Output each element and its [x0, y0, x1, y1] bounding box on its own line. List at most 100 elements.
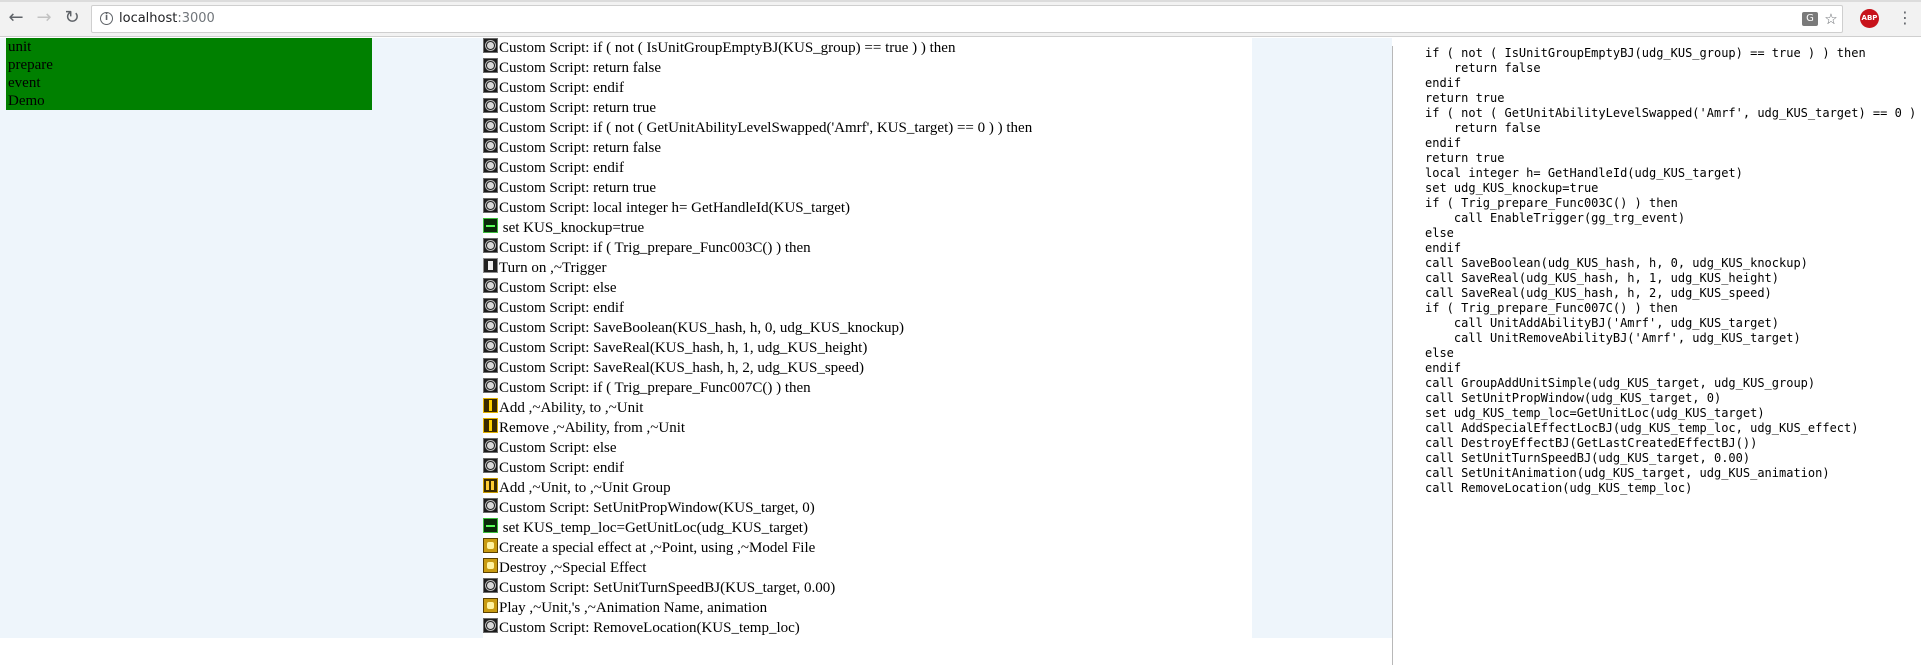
custom-script-icon: [483, 498, 498, 513]
code-line: call RemoveLocation(udg_KUS_temp_loc): [1425, 481, 1693, 495]
gui-action-text: Custom Script: SaveReal(KUS_hash, h, 2, …: [499, 360, 864, 376]
gui-action-line: Custom Script: if ( not ( GetUnitAbility…: [483, 118, 1252, 138]
code-line: if ( Trig_prepare_Func003C() ) then: [1425, 196, 1678, 210]
browser-toolbar: ← → ↻ i localhost:3000 G ☆ ABP ⋮: [0, 0, 1921, 37]
reload-button[interactable]: ↻: [61, 7, 83, 29]
custom-script-icon: [483, 238, 498, 253]
menu-item-event[interactable]: event: [6, 74, 372, 92]
gui-action-line: Custom Script: SaveReal(KUS_hash, h, 1, …: [483, 338, 1252, 358]
forward-button[interactable]: →: [33, 7, 55, 29]
gui-action-text: Add ,~Unit, to ,~Unit Group: [499, 480, 671, 496]
set-variable-icon: [483, 518, 498, 533]
code-line: call AddSpecialEffectLocBJ(udg_KUS_temp_…: [1425, 421, 1859, 435]
gui-action-text: Custom Script: else: [499, 440, 617, 456]
custom-script-icon: [483, 618, 498, 633]
address-bar[interactable]: i localhost:3000 G ☆: [91, 5, 1843, 33]
gui-action-text: Custom Script: else: [499, 280, 617, 296]
gui-action-text: Remove ,~Ability, from ,~Unit: [499, 420, 686, 436]
code-line: return true: [1425, 151, 1505, 165]
custom-script-icon: [483, 458, 498, 473]
gui-action-line: Custom Script: else: [483, 438, 1252, 458]
trigger-menu: unit prepare event Demo: [6, 38, 372, 110]
menu-item-unit[interactable]: unit: [6, 38, 372, 56]
ability-icon: [483, 398, 498, 413]
ability-icon: [483, 418, 498, 433]
gui-action-line: Remove ,~Ability, from ,~Unit: [483, 418, 1252, 438]
custom-script-icon: [483, 58, 498, 73]
info-icon[interactable]: i: [100, 12, 113, 25]
gui-action-line: Custom Script: SaveReal(KUS_hash, h, 2, …: [483, 358, 1252, 378]
custom-script-icon: [483, 38, 498, 53]
back-button[interactable]: ←: [5, 7, 27, 29]
custom-script-icon: [483, 138, 498, 153]
gui-action-line: Custom Script: return false: [483, 58, 1252, 78]
gui-action-text: Custom Script: SetUnitTurnSpeedBJ(KUS_ta…: [499, 580, 836, 596]
menu-icon[interactable]: ⋮: [1897, 7, 1913, 29]
gui-action-line: Custom Script: SetUnitTurnSpeedBJ(KUS_ta…: [483, 578, 1252, 598]
gui-action-text: Custom Script: SetUnitPropWindow(KUS_tar…: [499, 500, 815, 516]
code-line: call DestroyEffectBJ(GetLastCreatedEffec…: [1425, 436, 1758, 450]
code-line: set udg_KUS_temp_loc=GetUnitLoc(udg_KUS_…: [1425, 406, 1765, 420]
gui-action-text: Turn on ,~Trigger: [499, 260, 607, 276]
code-line: call UnitRemoveAbilityBJ('Amrf', udg_KUS…: [1425, 331, 1801, 345]
code-line: call SetUnitTurnSpeedBJ(udg_KUS_target, …: [1425, 451, 1751, 465]
translate-icon[interactable]: G: [1802, 12, 1818, 26]
code-line: call SaveReal(udg_KUS_hash, h, 1, udg_KU…: [1425, 271, 1780, 285]
gui-action-text: Custom Script: endif: [499, 80, 624, 96]
gui-action-line: Custom Script: return false: [483, 138, 1252, 158]
page-background-gap: [1252, 38, 1392, 638]
gui-action-text: Custom Script: if ( not ( GetUnitAbility…: [499, 120, 1033, 136]
gui-action-text: Custom Script: endif: [499, 160, 624, 176]
code-line: call SetUnitPropWindow(udg_KUS_target, 0…: [1425, 391, 1722, 405]
custom-script-icon: [483, 438, 498, 453]
code-line: call SaveBoolean(udg_KUS_hash, h, 0, udg…: [1425, 256, 1808, 270]
menu-item-demo[interactable]: Demo: [6, 92, 372, 110]
gui-action-line: Play ,~Unit,'s ,~Animation Name, animati…: [483, 598, 1252, 618]
gui-action-text: Destroy ,~Special Effect: [499, 560, 647, 576]
gui-action-line: Add ,~Ability, to ,~Unit: [483, 398, 1252, 418]
page-background-left: [0, 38, 483, 638]
code-line: if ( not ( IsUnitGroupEmptyBJ(udg_KUS_gr…: [1425, 46, 1866, 60]
gui-action-line: Add ,~Unit, to ,~Unit Group: [483, 478, 1252, 498]
turn-on-icon: [483, 258, 498, 273]
code-line: endif: [1425, 76, 1462, 90]
gui-action-line: Custom Script: if ( not ( IsUnitGroupEmp…: [483, 38, 1252, 58]
gui-action-text: Custom Script: return true: [499, 180, 657, 196]
bookmark-star-icon[interactable]: ☆: [1822, 10, 1840, 28]
custom-script-icon: [483, 278, 498, 293]
set-variable-icon: [483, 218, 498, 233]
adblock-icon[interactable]: ABP: [1860, 9, 1879, 28]
gui-trigger-panel: Custom Script: if ( not ( IsUnitGroupEmp…: [483, 38, 1252, 638]
code-line: if ( Trig_prepare_Func007C() ) then: [1425, 301, 1678, 315]
code-line: local integer h= GetHandleId(udg_KUS_tar…: [1425, 166, 1743, 180]
url-text[interactable]: localhost:3000: [119, 11, 215, 26]
gui-action-text: Custom Script: if ( not ( IsUnitGroupEmp…: [499, 40, 956, 56]
gui-action-text: Custom Script: endif: [499, 460, 624, 476]
custom-script-icon: [483, 338, 498, 353]
code-line: call SetUnitAnimation(udg_KUS_target, ud…: [1425, 466, 1830, 480]
code-line: else: [1425, 346, 1454, 360]
gui-action-line: Custom Script: if ( Trig_prepare_Func007…: [483, 378, 1252, 398]
gui-action-line: Custom Script: return true: [483, 178, 1252, 198]
gui-action-line: Custom Script: endif: [483, 78, 1252, 98]
gui-action-text: set KUS_knockup=true: [499, 220, 645, 236]
gui-action-text: Custom Script: return true: [499, 100, 657, 116]
code-line: call UnitAddAbilityBJ('Amrf', udg_KUS_ta…: [1425, 316, 1780, 330]
custom-script-icon: [483, 178, 498, 193]
custom-script-icon: [483, 198, 498, 213]
unit-group-icon: [483, 478, 498, 493]
url-host: localhost: [119, 11, 178, 26]
gui-action-line: Custom Script: endif: [483, 158, 1252, 178]
arrow-right-icon: →: [36, 7, 52, 28]
code-line: return false: [1425, 121, 1541, 135]
gui-action-text: Custom Script: SaveReal(KUS_hash, h, 1, …: [499, 340, 868, 356]
gui-action-line: Custom Script: RemoveLocation(KUS_temp_l…: [483, 618, 1252, 638]
gui-action-line: Custom Script: endif: [483, 298, 1252, 318]
gui-action-line: set KUS_knockup=true: [483, 218, 1252, 238]
gui-action-text: Custom Script: endif: [499, 300, 624, 316]
gui-action-line: Create a special effect at ,~Point, usin…: [483, 538, 1252, 558]
arrow-left-icon: ←: [8, 7, 24, 28]
menu-item-prepare[interactable]: prepare: [6, 56, 372, 74]
gui-action-text: Custom Script: return false: [499, 60, 662, 76]
custom-script-icon: [483, 78, 498, 93]
